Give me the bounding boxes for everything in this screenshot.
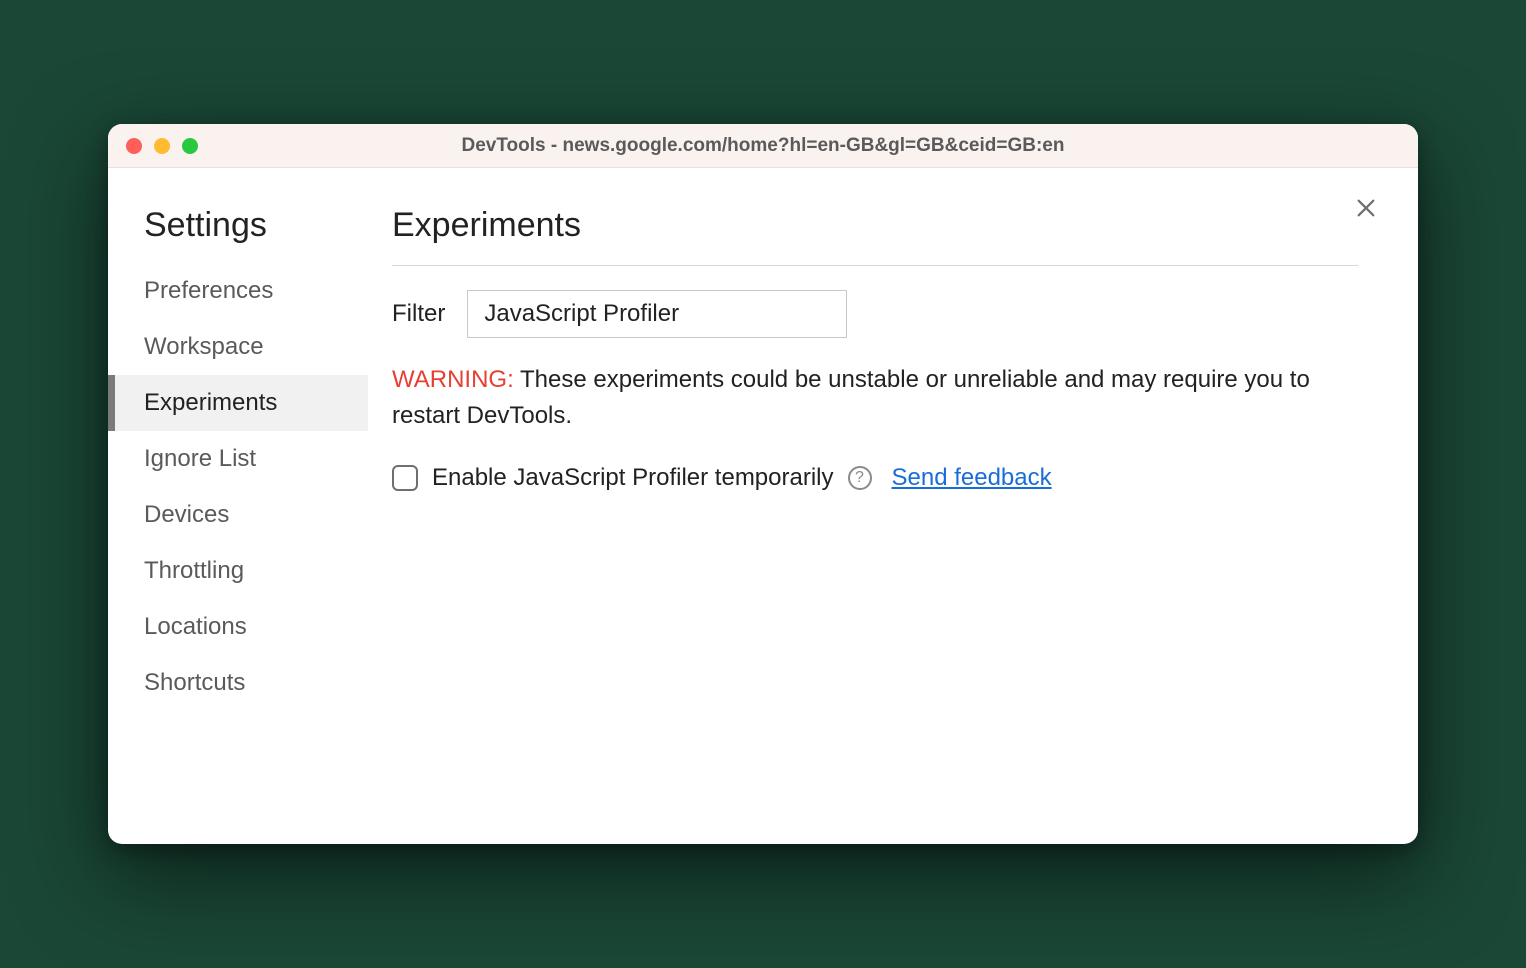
filter-label: Filter <box>392 300 445 328</box>
sidebar-item-ignore-list[interactable]: Ignore List <box>108 431 368 487</box>
filter-row: Filter <box>392 290 1358 338</box>
sidebar-item-label: Experiments <box>144 389 277 417</box>
sidebar-item-label: Devices <box>144 501 229 529</box>
sidebar-item-label: Preferences <box>144 277 273 305</box>
sidebar-item-label: Locations <box>144 613 247 641</box>
settings-sidebar: Settings Preferences Workspace Experimen… <box>108 168 368 844</box>
minimize-traffic-light[interactable] <box>154 138 170 154</box>
send-feedback-link[interactable]: Send feedback <box>892 464 1052 492</box>
experiments-panel: Experiments Filter WARNING: These experi… <box>368 168 1418 844</box>
sidebar-item-throttling[interactable]: Throttling <box>108 543 368 599</box>
experiment-row: Enable JavaScript Profiler temporarily ?… <box>392 464 1358 492</box>
titlebar: DevTools - news.google.com/home?hl=en-GB… <box>108 124 1418 168</box>
devtools-window: DevTools - news.google.com/home?hl=en-GB… <box>108 124 1418 844</box>
close-traffic-light[interactable] <box>126 138 142 154</box>
warning-body: These experiments could be unstable or u… <box>392 366 1310 429</box>
experiment-label: Enable JavaScript Profiler temporarily <box>432 464 834 492</box>
sidebar-item-shortcuts[interactable]: Shortcuts <box>108 655 368 711</box>
settings-body: Settings Preferences Workspace Experimen… <box>108 168 1418 844</box>
traffic-lights <box>108 138 198 154</box>
experiment-checkbox[interactable] <box>392 465 418 491</box>
panel-title: Experiments <box>392 206 1358 266</box>
help-icon[interactable]: ? <box>848 466 872 490</box>
sidebar-item-label: Throttling <box>144 557 244 585</box>
close-icon <box>1355 197 1377 219</box>
warning-text: WARNING: These experiments could be unst… <box>392 362 1358 434</box>
sidebar-item-experiments[interactable]: Experiments <box>108 375 368 431</box>
settings-title: Settings <box>108 206 368 263</box>
window-title: DevTools - news.google.com/home?hl=en-GB… <box>108 135 1418 157</box>
sidebar-item-preferences[interactable]: Preferences <box>108 263 368 319</box>
sidebar-item-devices[interactable]: Devices <box>108 487 368 543</box>
zoom-traffic-light[interactable] <box>182 138 198 154</box>
warning-label: WARNING: <box>392 366 514 393</box>
sidebar-item-label: Workspace <box>144 333 264 361</box>
close-settings-button[interactable] <box>1350 192 1382 224</box>
sidebar-item-locations[interactable]: Locations <box>108 599 368 655</box>
filter-input[interactable] <box>467 290 847 338</box>
sidebar-item-label: Ignore List <box>144 445 256 473</box>
sidebar-item-label: Shortcuts <box>144 669 245 697</box>
sidebar-item-workspace[interactable]: Workspace <box>108 319 368 375</box>
